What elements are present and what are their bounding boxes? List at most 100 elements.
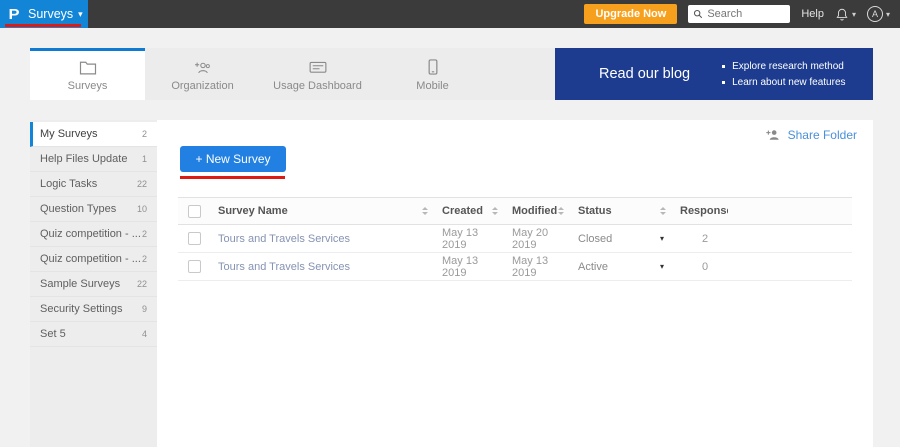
- responses-count: 0: [702, 261, 708, 273]
- created-date: May 13 2019: [442, 255, 504, 279]
- people-add-icon: [194, 59, 212, 75]
- surveys-table: Survey Name Created Modified Status Resp…: [178, 197, 852, 281]
- table-header-row: Survey Name Created Modified Status Resp…: [178, 197, 852, 225]
- blog-banner-title[interactable]: Read our blog: [599, 66, 690, 82]
- column-header-survey-name[interactable]: Survey Name: [218, 205, 288, 217]
- column-header-modified[interactable]: Modified: [512, 205, 557, 217]
- status-dropdown-caret[interactable]: [660, 262, 664, 271]
- new-survey-button[interactable]: + New Survey: [180, 146, 286, 172]
- read-blog-banner[interactable]: Read our blog Explore research method Le…: [555, 48, 873, 100]
- sidebar-folder-count: 2: [142, 229, 147, 239]
- blog-bullet-item: Explore research method: [722, 61, 845, 72]
- sidebar-folder-item[interactable]: Security Settings 9: [30, 297, 157, 322]
- sidebar-folder-label: Quiz competition - ...: [40, 253, 142, 265]
- account-menu[interactable]: A: [867, 6, 890, 22]
- sidebar-folder-count: 22: [137, 179, 147, 189]
- bell-icon: [835, 7, 849, 22]
- sort-icon[interactable]: [492, 207, 498, 215]
- sidebar-folder-item[interactable]: Quiz competition - ... 2: [30, 247, 157, 272]
- sort-icon[interactable]: [660, 207, 666, 215]
- survey-name-link[interactable]: Tours and Travels Services: [218, 233, 350, 245]
- modified-date: May 13 2019: [512, 255, 570, 279]
- folders-sidebar: My Surveys 2 Help Files Update 1 Logic T…: [30, 120, 157, 447]
- app-menu-label[interactable]: Surveys: [28, 7, 73, 21]
- chevron-down-icon: [852, 10, 856, 19]
- modified-date: May 20 2019: [512, 227, 570, 251]
- sidebar-folder-count: 10: [137, 204, 147, 214]
- sidebar-folder-label: Quiz competition - ...: [40, 228, 142, 240]
- sidebar-folder-item[interactable]: My Surveys 2: [30, 122, 157, 147]
- dashboard-icon: [309, 59, 327, 75]
- sidebar-folder-item[interactable]: Logic Tasks 22: [30, 172, 157, 197]
- avatar: A: [867, 6, 883, 22]
- sidebar-folder-count: 22: [137, 279, 147, 289]
- primary-nav-tabs: Surveys Organization Usage Dashboard Mob…: [30, 48, 873, 100]
- sidebar-folder-item[interactable]: Question Types 10: [30, 197, 157, 222]
- share-folder-button[interactable]: Share Folder: [766, 128, 857, 142]
- status-value: Active: [578, 261, 608, 273]
- sidebar-folder-label: Set 5: [40, 328, 142, 340]
- mobile-icon: [424, 59, 442, 75]
- sidebar-folder-label: Help Files Update: [40, 153, 142, 165]
- column-header-status[interactable]: Status: [578, 205, 612, 217]
- sidebar-folder-label: Security Settings: [40, 303, 142, 315]
- top-bar: P Surveys Upgrade Now Help A: [0, 0, 900, 28]
- search-icon: [693, 9, 703, 19]
- tab-label: Mobile: [416, 80, 448, 92]
- blog-bullet-item: Learn about new features: [722, 77, 845, 88]
- tab-label: Usage Dashboard: [273, 80, 362, 92]
- chevron-down-icon: [886, 10, 890, 19]
- tabstrip-filler: [490, 48, 555, 100]
- help-link[interactable]: Help: [801, 8, 824, 20]
- sidebar-folder-label: Logic Tasks: [40, 178, 137, 190]
- sidebar-folder-count: 2: [142, 254, 147, 264]
- sidebar-folder-item[interactable]: Quiz competition - ... 2: [30, 222, 157, 247]
- sidebar-folder-item[interactable]: Set 5 4: [30, 322, 157, 347]
- app-window: P Surveys Upgrade Now Help A: [0, 0, 900, 447]
- column-header-responses[interactable]: Responses: [680, 205, 728, 217]
- search-input[interactable]: [707, 8, 785, 20]
- main-content: Share Folder + New Survey Survey Name Cr…: [157, 120, 873, 447]
- tab-label: Organization: [171, 80, 233, 92]
- sidebar-folder-count: 1: [142, 154, 147, 164]
- tab-organization[interactable]: Organization: [145, 48, 260, 100]
- row-checkbox[interactable]: [188, 260, 201, 273]
- annotation-underline: [5, 24, 81, 27]
- survey-table-row: Tours and Travels Services May 13 2019 M…: [178, 253, 852, 281]
- tab-usage-dashboard[interactable]: Usage Dashboard: [260, 48, 375, 100]
- sort-icon[interactable]: [558, 207, 564, 215]
- annotation-underline: [180, 176, 285, 179]
- status-dropdown-caret[interactable]: [660, 234, 664, 243]
- app-switcher-menu[interactable]: P Surveys: [0, 0, 88, 28]
- tab-label: Surveys: [68, 80, 108, 92]
- folder-icon: [79, 59, 97, 75]
- select-all-checkbox[interactable]: [188, 205, 201, 218]
- row-checkbox[interactable]: [188, 232, 201, 245]
- brand-logo: P: [8, 7, 19, 22]
- chevron-down-icon[interactable]: [78, 9, 83, 20]
- sidebar-folder-label: My Surveys: [40, 128, 142, 140]
- tab-surveys[interactable]: Surveys: [30, 48, 145, 100]
- column-header-created[interactable]: Created: [442, 205, 483, 217]
- responses-count: 2: [702, 233, 708, 245]
- share-folder-label: Share Folder: [788, 128, 857, 142]
- topbar-actions: Upgrade Now Help A: [584, 4, 900, 24]
- created-date: May 13 2019: [442, 227, 504, 251]
- sidebar-folder-count: 2: [142, 129, 147, 139]
- sidebar-folder-count: 4: [142, 329, 147, 339]
- sidebar-folder-count: 9: [142, 304, 147, 314]
- person-add-icon: [766, 129, 781, 141]
- blog-banner-bullets: Explore research method Learn about new …: [722, 61, 845, 88]
- sidebar-folder-item[interactable]: Help Files Update 1: [30, 147, 157, 172]
- status-value: Closed: [578, 233, 612, 245]
- survey-name-link[interactable]: Tours and Travels Services: [218, 261, 350, 273]
- sidebar-folder-item[interactable]: Sample Surveys 22: [30, 272, 157, 297]
- notifications-menu[interactable]: [835, 7, 856, 22]
- sidebar-folder-label: Sample Surveys: [40, 278, 137, 290]
- upgrade-now-button[interactable]: Upgrade Now: [584, 4, 677, 24]
- sort-icon[interactable]: [422, 207, 428, 215]
- tab-mobile[interactable]: Mobile: [375, 48, 490, 100]
- sidebar-folder-label: Question Types: [40, 203, 137, 215]
- survey-table-row: Tours and Travels Services May 13 2019 M…: [178, 225, 852, 253]
- search-box[interactable]: [688, 5, 790, 23]
